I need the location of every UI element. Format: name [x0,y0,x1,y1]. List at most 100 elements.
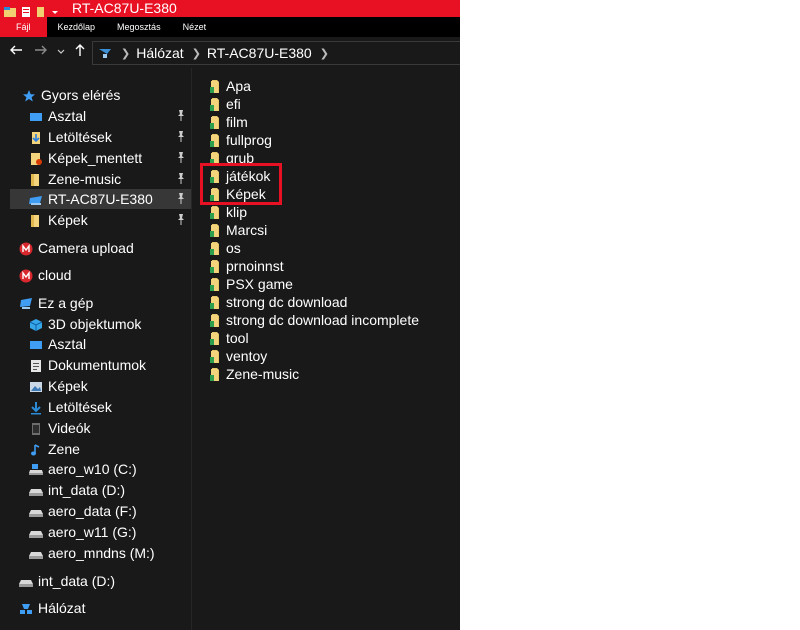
list-item[interactable]: os [210,239,241,257]
pin-icon[interactable] [176,172,186,184]
recent-locations-button[interactable] [57,44,65,62]
sidebar-item-downloads-pc[interactable]: Letöltések [29,397,112,417]
folder-icon [29,151,43,165]
shared-folder-icon [210,98,220,111]
sidebar-item-kepek-quick[interactable]: Képek [29,210,191,230]
desktop-icon [29,337,43,351]
sidebar-item-quick-access[interactable]: Gyors elérés [22,85,120,105]
sidebar-item-zene-music[interactable]: Zene-music [29,169,191,189]
explorer-app-icon[interactable] [3,3,17,17]
list-item[interactable]: tool [210,329,249,347]
breadcrumb-separator: ❯ [121,46,131,60]
shared-folder-icon [210,350,220,363]
tab-home[interactable]: Kezdőlap [47,17,107,37]
sidebar-item-drive-f[interactable]: aero_data (F:) [29,501,137,521]
folder-icon [29,172,43,186]
sidebar-item-camera-upload[interactable]: Camera upload [19,238,134,258]
list-item[interactable]: strong dc download incomplete [210,311,419,329]
file-list[interactable]: Apa efi film fullprog grub játékok Képek [192,68,460,630]
list-item[interactable]: Marcsi [210,221,267,239]
list-item[interactable]: Zene-music [210,365,299,383]
document-icon [29,358,43,372]
highlight-annotation-box [200,163,282,205]
system-drive-icon [29,462,43,476]
pin-icon[interactable] [176,213,186,225]
customize-quick-access-icon[interactable] [50,3,60,15]
drive-icon [29,483,43,497]
drive-icon [19,574,33,588]
list-item[interactable]: efi [210,95,241,113]
shared-folder-icon [210,278,220,291]
computer-icon [19,296,33,310]
new-folder-icon[interactable] [35,3,47,17]
sidebar-item-desktop[interactable]: Asztal [29,106,191,126]
breadcrumb-separator: ❯ [191,46,201,60]
sidebar-item-rt-ac87u[interactable]: RT-AC87U-E380 [10,189,191,209]
list-item[interactable]: PSX game [210,275,293,293]
list-item[interactable]: prnoinnst [210,257,284,275]
arrow-left-icon [10,45,22,55]
sidebar-item-documents[interactable]: Dokumentumok [29,355,146,375]
shared-folder-icon [210,80,220,93]
list-item[interactable]: klip [210,203,247,221]
shared-folder-icon [210,368,220,381]
breadcrumb-separator: ❯ [319,46,329,60]
breadcrumb-network[interactable]: Hálózat [136,45,183,61]
network-drive-icon [29,192,43,206]
back-button[interactable] [9,43,23,61]
shared-folder-icon [210,134,220,147]
list-item[interactable]: film [210,113,248,131]
shared-folder-icon [210,116,220,129]
video-icon [29,421,43,435]
sidebar-item-kepek-mentett[interactable]: Képek_mentett [29,148,191,168]
sidebar-item-drive-g[interactable]: aero_w11 (G:) [29,522,136,542]
file-explorer-window: RT-AC87U-E380 Fájl Kezdőlap Megosztás Né… [0,0,460,630]
ribbon-tabs: Fájl Kezdőlap Megosztás Nézet [0,17,460,37]
sidebar-item-drive-c[interactable]: aero_w10 (C:) [29,459,137,479]
shared-folder-icon [210,242,220,255]
shared-folder-icon [210,224,220,237]
sidebar-item-cloud[interactable]: cloud [19,265,71,285]
tab-file[interactable]: Fájl [0,17,47,37]
tab-share[interactable]: Megosztás [106,17,172,37]
list-item[interactable]: ventoy [210,347,267,365]
network-icon [19,601,33,615]
sidebar-item-3d-objects[interactable]: 3D objektumok [29,314,141,334]
download-icon [29,130,43,144]
navigation-pane[interactable]: Gyors elérés Asztal Letöltések Képek_men… [0,68,192,630]
list-item[interactable]: strong dc download [210,293,347,311]
shared-folder-icon [210,260,220,273]
sidebar-item-drive-d[interactable]: int_data (D:) [29,480,125,500]
sidebar-item-desktop-pc[interactable]: Asztal [29,334,86,354]
sidebar-item-network[interactable]: Hálózat [19,598,85,618]
mega-icon [19,241,33,256]
pin-icon[interactable] [176,130,186,142]
forward-button[interactable] [34,43,48,61]
pin-icon[interactable] [176,109,186,121]
sidebar-item-drive-m[interactable]: aero_mndns (M:) [29,543,155,563]
picture-icon [29,379,43,393]
pin-icon[interactable] [176,151,186,163]
sidebar-item-music[interactable]: Zene [29,439,80,459]
sidebar-item-this-pc[interactable]: Ez a gép [19,293,93,313]
sidebar-item-external-drive-d[interactable]: int_data (D:) [19,571,115,591]
breadcrumb-current[interactable]: RT-AC87U-E380 [207,45,312,61]
sidebar-item-videos[interactable]: Videók [29,418,91,438]
pin-icon[interactable] [176,192,186,204]
mega-icon [19,268,33,283]
cube-icon [29,317,43,331]
list-item[interactable]: Apa [210,77,251,95]
window-title: RT-AC87U-E380 [72,0,177,16]
sidebar-item-pictures[interactable]: Képek [29,376,88,396]
address-bar[interactable]: ❯ Hálózat ❯ RT-AC87U-E380 ❯ [92,41,460,65]
drive-icon [29,525,43,539]
shared-folder-icon [210,296,220,309]
up-button[interactable] [74,43,86,61]
tab-view[interactable]: Nézet [172,17,218,37]
network-location-icon [97,46,113,60]
properties-icon[interactable] [20,3,32,17]
list-item[interactable]: fullprog [210,131,272,149]
sidebar-item-downloads[interactable]: Letöltések [29,127,191,147]
shared-folder-icon [210,314,220,327]
desktop-icon [29,109,43,123]
